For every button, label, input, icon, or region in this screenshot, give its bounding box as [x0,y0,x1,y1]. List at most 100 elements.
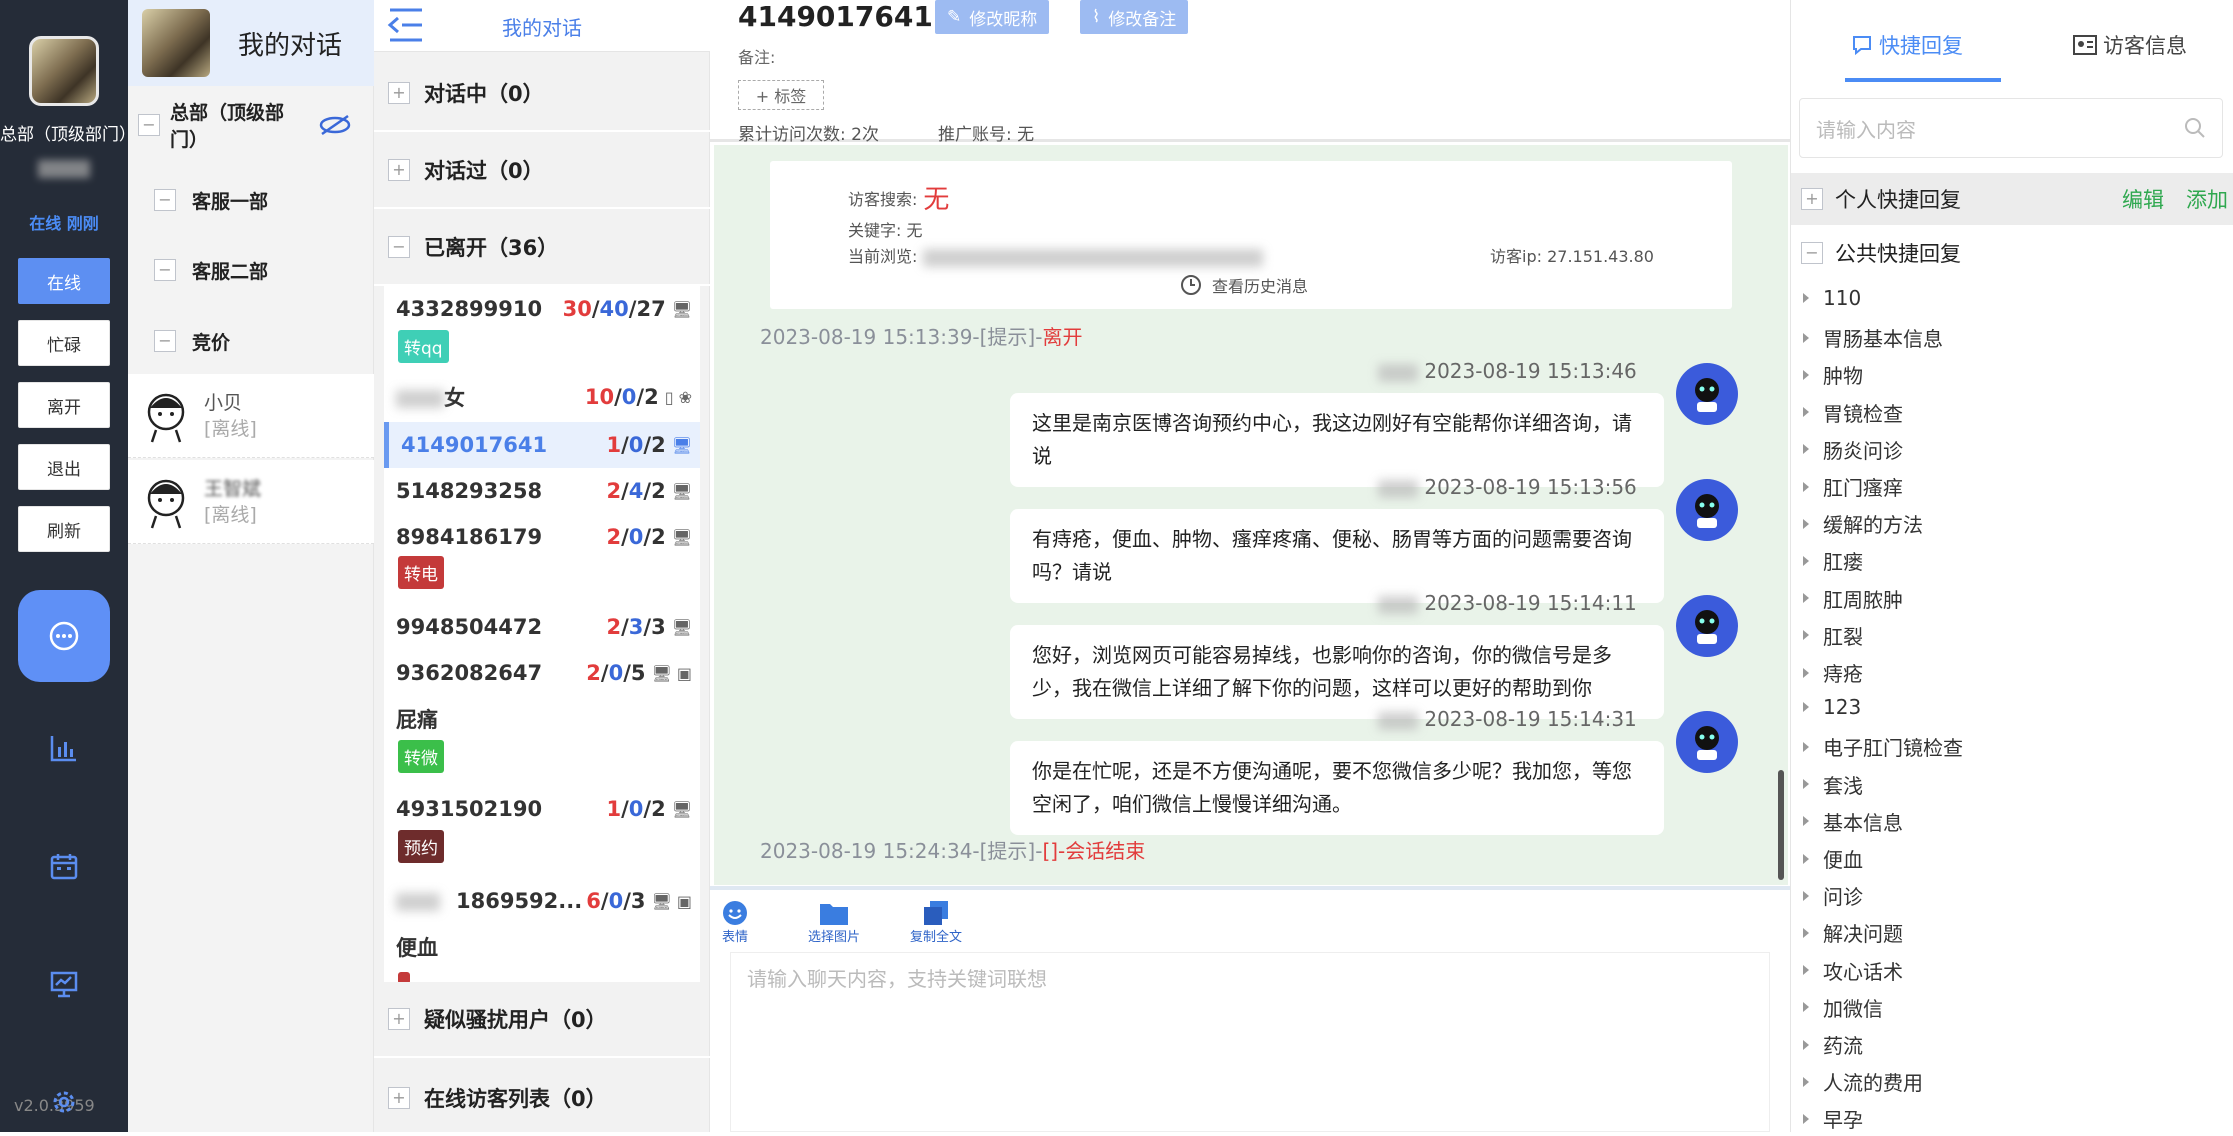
quick-reply-item[interactable]: 药流 [1803,1030,1863,1059]
agent-message: 这里是南京医博咨询预约中心，我这边刚好有空能帮你详细咨询，请说 [1010,393,1664,487]
expand-icon[interactable]: + [388,1008,410,1030]
quick-reply-list: 110 胃肠基本信息 肿物胃镜检查肠炎问诊肛门瘙痒缓解的方法肛瘘肛周脓肿肛裂痔疮 12… [1791,280,2233,1132]
dept-item-2[interactable]: − 客服二部 [128,255,374,285]
dept-item-1[interactable]: − 客服一部 [128,185,374,215]
visitor-row[interactable]: 4332899910 30/40/27 🖥 [384,294,700,324]
chat-nav-button[interactable] [18,590,110,682]
logout-button[interactable]: 退出 [18,444,110,490]
status-busy-button[interactable]: 忙碌 [18,320,110,366]
expand-icon[interactable]: + [388,82,410,104]
visitor-row[interactable]: 女 10/0/2 ▯ ❀ [384,382,700,412]
expand-icon[interactable]: + [388,159,410,181]
add-link[interactable]: 添加 [2186,184,2228,214]
user-item[interactable]: 小贝 [离线] [128,374,374,458]
eye-hidden-icon[interactable] [318,114,352,136]
header-avatar [142,9,210,77]
collapse-icon[interactable]: − [154,330,176,352]
quick-reply-item[interactable]: 110 [1803,286,1861,310]
section-left[interactable]: − 已离开（36） [374,210,710,286]
edit-nickname-button[interactable]: ✎ 修改昵称 [935,0,1050,34]
quick-reply-item[interactable]: 基本信息 [1803,807,1903,836]
quick-reply-item[interactable]: 问诊 [1803,881,1863,910]
quick-reply-item[interactable]: 123 [1803,695,1861,719]
visitor-row[interactable]: 屁痛 [384,704,700,734]
quick-reply-item[interactable]: 肠炎问诊 [1803,435,1903,464]
search-value: 无 [923,185,950,215]
chat-input[interactable]: 请输入聊天内容，支持关键词联想 [730,952,1770,1132]
chat-icon [1853,36,1871,56]
collapse-icon[interactable]: − [154,189,176,211]
visitor-row[interactable]: 1869592... 6/0/3 🖥 ▣ [384,886,700,916]
add-tag-button[interactable]: + 标签 [738,80,824,110]
chat-scrollbar[interactable] [1778,770,1784,880]
refresh-button[interactable]: 刷新 [18,506,110,552]
visit-counts: 6/0/3 [586,889,646,913]
section-talked[interactable]: + 对话过（0） [374,133,710,209]
calendar-nav-button[interactable] [44,846,84,886]
visitor-row[interactable]: 8984186179 2/0/2 🖥 [384,522,700,552]
visitor-row[interactable]: 9362082647 2/0/5 🖥 ▣ [384,658,700,688]
stats-nav-button[interactable] [44,728,84,768]
panel-title: 我的对话 [238,30,343,61]
choose-image-button[interactable]: 选择图片 [808,900,860,945]
quick-reply-item[interactable]: 加微信 [1803,993,1883,1022]
desktop-icon: 🖥 [671,481,692,501]
status-online-button[interactable]: 在线 [18,258,110,304]
section-online[interactable]: + 在线访客列表（0） [374,1060,710,1136]
tab-quick-reply[interactable]: 快捷回复 [1851,30,1963,60]
copy-all-button[interactable]: 复制全文 [910,900,962,945]
quick-reply-item[interactable]: 肿物 [1803,360,1863,389]
user-name: 小贝 [204,391,243,414]
expand-icon[interactable]: + [1801,188,1823,210]
history-button[interactable]: 查看历史消息 [1180,273,1308,297]
dept-item-3[interactable]: − 竞价 [128,326,374,356]
message-time: 2023-08-19 15:14:31 [1378,707,1637,731]
edit-link[interactable]: 编辑 [2122,184,2164,214]
visitor-row-selected[interactable]: 4149017641 1/0/2 🖥 [384,422,700,468]
agent-avatar[interactable] [29,36,99,106]
collapse-icon[interactable]: − [154,259,176,281]
expand-icon[interactable]: + [388,1087,410,1109]
visitor-source-card: 访客搜索: 无 关键字: 无 当前浏览: 访客ip: 27.151.43.80 查… [770,161,1732,309]
quick-reply-search[interactable]: 请输入内容 [1799,98,2223,158]
quick-reply-item[interactable]: 攻心话术 [1803,956,1903,985]
collapse-icon[interactable]: − [138,114,160,136]
quick-reply-item[interactable]: 套浅 [1803,770,1863,799]
caret-right-icon [1803,444,1809,455]
quick-reply-item[interactable]: 电子肛门镜检查 [1803,732,1963,761]
quick-reply-item[interactable]: 便血 [1803,844,1863,873]
section-suspect[interactable]: + 疑似骚扰用户（0） [374,982,710,1058]
settings-nav-button[interactable] [44,1082,84,1122]
user-item[interactable]: 王智斌 [离线] [128,460,374,544]
quick-reply-item[interactable]: 肛瘘 [1803,546,1863,575]
quick-reply-item[interactable]: 痔疮 [1803,658,1863,687]
visitor-row[interactable]: 便血 [384,932,700,962]
quick-reply-item[interactable]: 胃肠基本信息 [1803,323,1943,352]
status-away-button[interactable]: 离开 [18,382,110,428]
edit-note-button[interactable]: ⌇ 修改备注 [1080,0,1189,34]
quick-reply-item[interactable]: 人流的费用 [1803,1067,1923,1096]
personal-quick-reply-group[interactable]: + 个人快捷回复 编辑 添加 [1791,173,2233,225]
section-label: 疑似骚扰用户（0） [424,1008,607,1032]
smile-icon [723,901,747,925]
quick-reply-item[interactable]: 缓解的方法 [1803,509,1923,538]
caret-right-icon [1803,555,1809,566]
collapse-icon[interactable]: − [388,236,410,258]
quick-reply-item[interactable]: 早孕 [1803,1104,1863,1133]
quick-reply-item[interactable]: 肛门瘙痒 [1803,472,1903,501]
monitor-nav-button[interactable] [44,964,84,1004]
visitor-row[interactable]: 5148293258 2/4/2 🖥 [384,476,700,506]
search-icon[interactable] [2184,117,2206,139]
section-talking[interactable]: + 对话中（0） [374,56,710,132]
quick-reply-item[interactable]: 胃镜检查 [1803,398,1903,427]
public-quick-reply-group[interactable]: − 公共快捷回复 [1791,227,2233,279]
visitor-row[interactable]: 9948504472 2/3/3 🖥 [384,612,700,642]
quick-reply-item[interactable]: 肛周脓肿 [1803,584,1903,613]
tab-visitor-info[interactable]: 访客信息 [2073,30,2187,60]
collapse-icon[interactable]: − [1801,242,1823,264]
tree-root[interactable]: − 总部（顶级部门） [128,100,374,160]
visitor-row[interactable]: 4931502190 1/0/2 🖥 [384,794,700,824]
quick-reply-item[interactable]: 肛裂 [1803,621,1863,650]
emoji-button[interactable]: 表情 [722,900,748,945]
quick-reply-item[interactable]: 解决问题 [1803,918,1903,947]
